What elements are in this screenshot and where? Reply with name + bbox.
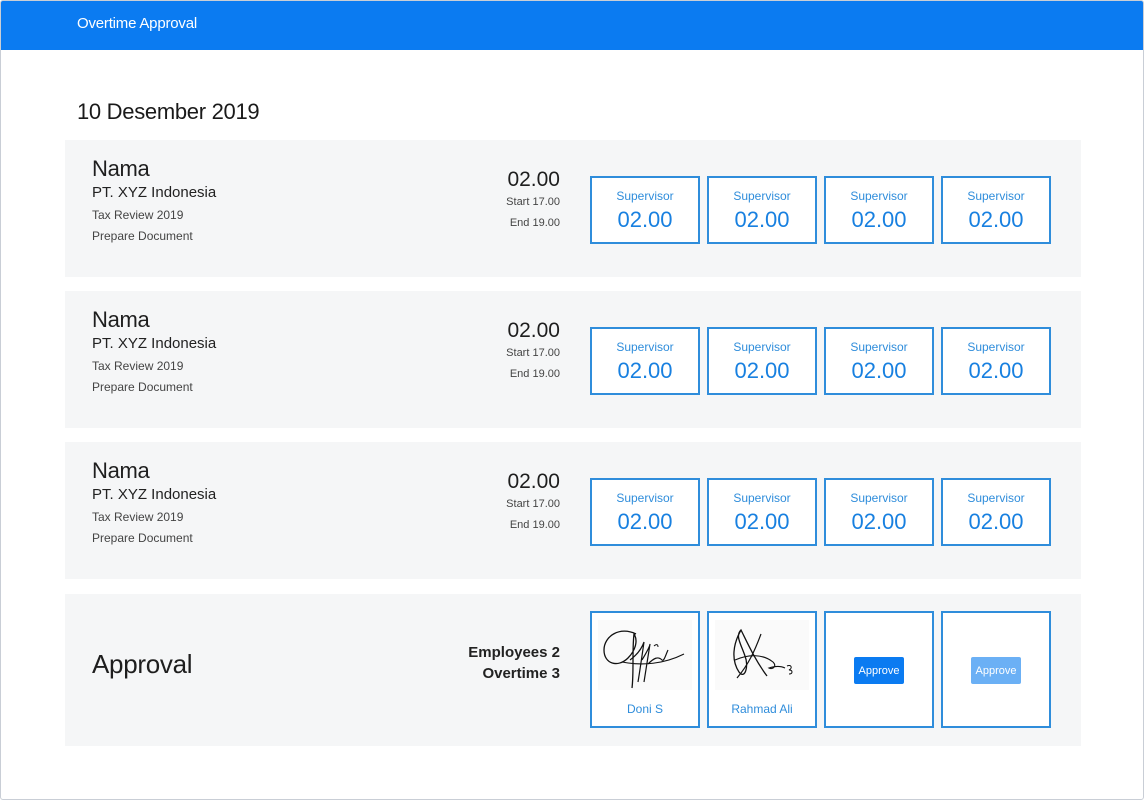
overtime-row: Nama PT. XYZ Indonesia Tax Review 2019 P… xyxy=(65,442,1081,579)
supervisor-label: Supervisor xyxy=(850,491,908,505)
supervisor-label: Supervisor xyxy=(616,189,674,203)
page-date-heading: 10 Desember 2019 xyxy=(77,99,260,124)
overtime-totals: 02.00 Start 17.00 End 19.00 xyxy=(506,470,560,536)
employee-name: Nama xyxy=(92,156,150,181)
end-time: End 19.00 xyxy=(509,519,560,531)
employee-name: Nama xyxy=(92,307,150,332)
supervisor-hours: 02.00 xyxy=(734,509,790,534)
approval-summary: Employees 2 Overtime 3 xyxy=(468,642,560,684)
start-time: Start 17.00 xyxy=(506,347,560,359)
supervisor-hours: 02.00 xyxy=(968,358,1024,383)
supervisor-hours-box[interactable]: Supervisor 02.00 xyxy=(941,327,1051,395)
supervisor-hours: 02.00 xyxy=(617,358,673,383)
app-window: Overtime Approval 10 Desember 2019 Nama … xyxy=(0,0,1144,800)
signature-icon xyxy=(598,620,692,690)
signature-icon xyxy=(715,620,809,690)
approve-box: Approve xyxy=(941,611,1051,728)
signature-box: Rahmad Ali xyxy=(707,611,817,728)
supervisor-hours: 02.00 xyxy=(851,207,907,232)
start-time: Start 17.00 xyxy=(506,196,560,208)
supervisor-hours: 02.00 xyxy=(851,358,907,383)
employee-info: Nama PT. XYZ Indonesia Tax Review 2019 P… xyxy=(92,459,216,547)
supervisor-hours-box[interactable]: Supervisor 02.00 xyxy=(941,176,1051,244)
employees-count: Employees 2 xyxy=(468,644,560,661)
signer-name: Doni S xyxy=(626,702,664,716)
overtime-total: 02.00 xyxy=(507,319,560,342)
end-time: End 19.00 xyxy=(509,217,560,229)
supervisor-hours-box[interactable]: Supervisor 02.00 xyxy=(824,176,934,244)
supervisor-hours: 02.00 xyxy=(968,509,1024,534)
subtask-name: Prepare Document xyxy=(92,229,193,243)
employee-name: Nama xyxy=(92,458,150,483)
overtime-totals: 02.00 Start 17.00 End 19.00 xyxy=(506,319,560,385)
supervisor-label: Supervisor xyxy=(967,340,1025,354)
approval-section: Approval Employees 2 Overtime 3 Doni S R… xyxy=(65,594,1081,746)
supervisor-label: Supervisor xyxy=(616,340,674,354)
overtime-row: Nama PT. XYZ Indonesia Tax Review 2019 P… xyxy=(65,140,1081,277)
supervisor-label: Supervisor xyxy=(733,340,791,354)
app-title: Overtime Approval xyxy=(77,15,197,32)
supervisor-label: Supervisor xyxy=(967,491,1025,505)
subtask-name: Prepare Document xyxy=(92,380,193,394)
supervisor-hours-box[interactable]: Supervisor 02.00 xyxy=(824,478,934,546)
approve-box: Approve xyxy=(824,611,934,728)
supervisor-hours-box[interactable]: Supervisor 02.00 xyxy=(707,327,817,395)
supervisor-label: Supervisor xyxy=(733,189,791,203)
task-name: Tax Review 2019 xyxy=(92,208,184,222)
overtime-row: Nama PT. XYZ Indonesia Tax Review 2019 P… xyxy=(65,291,1081,428)
company-name: PT. XYZ Indonesia xyxy=(92,486,217,503)
supervisor-label: Supervisor xyxy=(967,189,1025,203)
supervisor-hours-box[interactable]: Supervisor 02.00 xyxy=(707,176,817,244)
supervisor-hours: 02.00 xyxy=(851,509,907,534)
overtime-totals: 02.00 Start 17.00 End 19.00 xyxy=(506,168,560,234)
employee-info: Nama PT. XYZ Indonesia Tax Review 2019 P… xyxy=(92,157,216,245)
start-time: Start 17.00 xyxy=(506,498,560,510)
supervisor-hours-box[interactable]: Supervisor 02.00 xyxy=(707,478,817,546)
supervisor-hours: 02.00 xyxy=(734,358,790,383)
supervisor-hours-box[interactable]: Supervisor 02.00 xyxy=(590,327,700,395)
supervisor-label: Supervisor xyxy=(850,340,908,354)
approval-title: Approval xyxy=(92,649,193,679)
approve-button-disabled[interactable]: Approve xyxy=(971,657,1021,684)
approve-button[interactable]: Approve xyxy=(854,657,904,684)
supervisor-hours: 02.00 xyxy=(968,207,1024,232)
supervisor-label: Supervisor xyxy=(616,491,674,505)
employee-info: Nama PT. XYZ Indonesia Tax Review 2019 P… xyxy=(92,308,216,396)
end-time: End 19.00 xyxy=(509,368,560,380)
supervisor-label: Supervisor xyxy=(850,189,908,203)
supervisor-hours-box[interactable]: Supervisor 02.00 xyxy=(590,478,700,546)
company-name: PT. XYZ Indonesia xyxy=(92,184,217,201)
subtask-name: Prepare Document xyxy=(92,531,193,545)
top-bar: Overtime Approval xyxy=(1,1,1143,50)
company-name: PT. XYZ Indonesia xyxy=(92,335,217,352)
signature-box: Doni S xyxy=(590,611,700,728)
supervisor-hours-box[interactable]: Supervisor 02.00 xyxy=(941,478,1051,546)
overtime-count: Overtime 3 xyxy=(482,665,560,682)
supervisor-hours-box[interactable]: Supervisor 02.00 xyxy=(590,176,700,244)
overtime-total: 02.00 xyxy=(507,168,560,191)
task-name: Tax Review 2019 xyxy=(92,510,184,524)
supervisor-label: Supervisor xyxy=(733,491,791,505)
task-name: Tax Review 2019 xyxy=(92,359,184,373)
supervisor-hours: 02.00 xyxy=(734,207,790,232)
signer-name: Rahmad Ali xyxy=(731,702,793,716)
supervisor-hours: 02.00 xyxy=(617,509,673,534)
supervisor-hours-box[interactable]: Supervisor 02.00 xyxy=(824,327,934,395)
supervisor-hours: 02.00 xyxy=(617,207,673,232)
overtime-total: 02.00 xyxy=(507,470,560,493)
